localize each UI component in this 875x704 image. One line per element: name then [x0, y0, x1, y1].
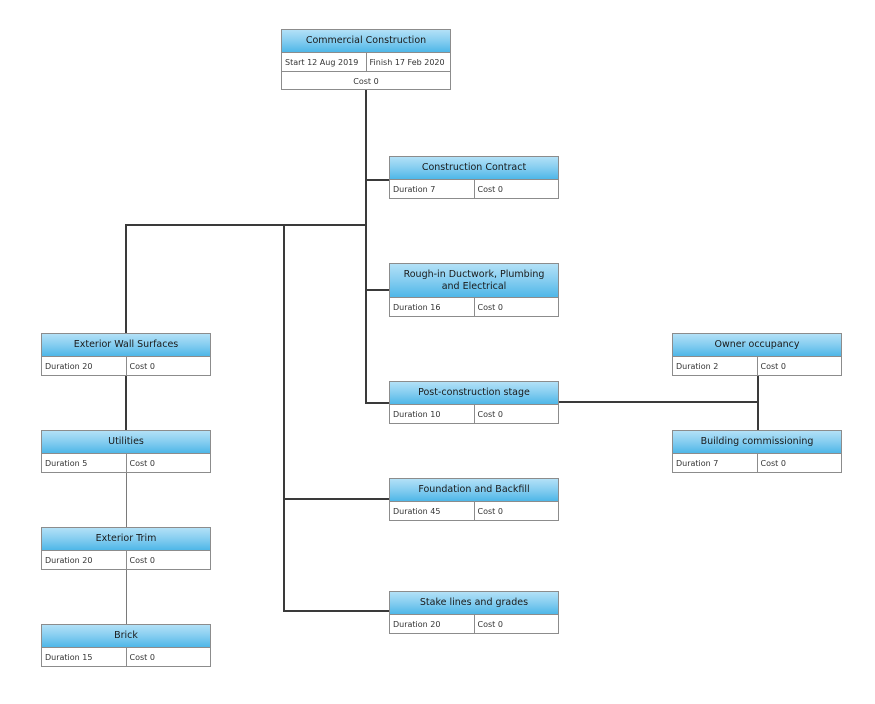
node-utilities[interactable]: Utilities Duration 5 Cost 0 [41, 430, 211, 473]
node-title: Utilities [42, 431, 210, 454]
node-duration: Duration 7 [676, 458, 719, 468]
node-duration: Duration 16 [393, 302, 441, 312]
node-duration: Duration 20 [45, 361, 93, 371]
node-exterior-trim[interactable]: Exterior Trim Duration 20 Cost 0 [41, 527, 211, 570]
node-duration: Duration 2 [676, 361, 719, 371]
wbs-diagram: Commercial Construction Start 12 Aug 201… [0, 0, 875, 704]
node-rough-in[interactable]: Rough-in Ductwork, Plumbing and Electric… [389, 263, 559, 317]
connector-wall-to-utilities [125, 375, 127, 430]
node-cost: Cost 0 [473, 180, 559, 198]
node-start: Start 12 Aug 2019 [285, 57, 359, 67]
node-duration: Duration 20 [393, 619, 441, 629]
node-title: Brick [42, 625, 210, 648]
node-cost: Cost 0 [473, 405, 559, 423]
connector-right-vertical [757, 375, 759, 430]
connector-root-trunk [365, 89, 367, 404]
node-cost: Cost 0 [756, 357, 842, 375]
node-root[interactable]: Commercial Construction Start 12 Aug 201… [281, 29, 451, 90]
node-title: Construction Contract [390, 157, 558, 180]
node-duration: Duration 5 [45, 458, 88, 468]
node-title: Exterior Wall Surfaces [42, 334, 210, 357]
node-post-construction[interactable]: Post-construction stage Duration 10 Cost… [389, 381, 559, 424]
node-title: Post-construction stage [390, 382, 558, 405]
connector-to-construction-contract [365, 179, 389, 181]
node-duration: Duration 7 [393, 184, 436, 194]
connector-left-bus [125, 224, 367, 226]
node-cost: Cost 0 [125, 648, 211, 666]
connector-to-foundation [283, 498, 389, 500]
node-brick[interactable]: Brick Duration 15 Cost 0 [41, 624, 211, 667]
node-duration: Duration 45 [393, 506, 441, 516]
node-title: Exterior Trim [42, 528, 210, 551]
node-title: Building commissioning [673, 431, 841, 454]
connector-post-to-right [559, 401, 759, 403]
node-cost: Cost 0 [473, 502, 559, 520]
connector-to-rough-in [365, 289, 389, 291]
connector-mid-trunk [283, 224, 285, 612]
connector-utilities-to-trim [126, 472, 127, 527]
node-cost: Cost 0 [125, 357, 211, 375]
node-exterior-wall[interactable]: Exterior Wall Surfaces Duration 20 Cost … [41, 333, 211, 376]
connector-to-post-construction [365, 402, 389, 404]
node-cost: Cost 0 [125, 454, 211, 472]
connector-trim-to-brick [126, 569, 127, 624]
node-title: Rough-in Ductwork, Plumbing and Electric… [390, 264, 558, 298]
node-owner-occupancy[interactable]: Owner occupancy Duration 2 Cost 0 [672, 333, 842, 376]
node-cost: Cost 0 [125, 551, 211, 569]
node-cost: Cost 0 [756, 454, 842, 472]
node-cost: Cost 0 [353, 76, 379, 86]
node-cost: Cost 0 [473, 615, 559, 633]
node-stake-lines[interactable]: Stake lines and grades Duration 20 Cost … [389, 591, 559, 634]
node-construction-contract[interactable]: Construction Contract Duration 7 Cost 0 [389, 156, 559, 199]
node-foundation[interactable]: Foundation and Backfill Duration 45 Cost… [389, 478, 559, 521]
connector-to-stake-lines [283, 610, 389, 612]
node-duration: Duration 10 [393, 409, 441, 419]
node-duration: Duration 20 [45, 555, 93, 565]
node-building-commissioning[interactable]: Building commissioning Duration 7 Cost 0 [672, 430, 842, 473]
node-finish: Finish 17 Feb 2020 [365, 53, 451, 71]
node-cost: Cost 0 [473, 298, 559, 316]
connector-to-exterior-wall [125, 224, 127, 333]
node-title: Foundation and Backfill [390, 479, 558, 502]
node-duration: Duration 15 [45, 652, 93, 662]
node-title: Stake lines and grades [390, 592, 558, 615]
node-title: Owner occupancy [673, 334, 841, 357]
node-title: Commercial Construction [282, 30, 450, 53]
